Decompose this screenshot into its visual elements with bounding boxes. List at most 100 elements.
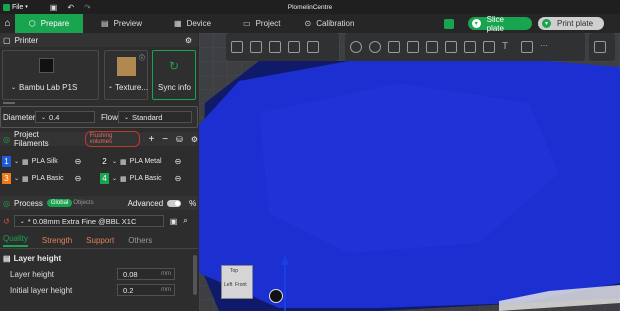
remove-circle-icon[interactable]: ⊖ — [175, 174, 182, 183]
text-icon[interactable]: T — [502, 41, 514, 53]
view-cube-top[interactable]: Top — [230, 268, 238, 274]
initial-layer-value: 0.2 — [123, 285, 134, 295]
tab-strength[interactable]: Strength — [42, 236, 72, 245]
tab-quality[interactable]: Quality — [3, 234, 28, 247]
filament-spool-icon: ▦ — [22, 175, 29, 183]
tab-preview-label: Preview — [113, 19, 143, 28]
save-preset-icon[interactable]: ▣ — [170, 217, 178, 226]
advanced-switch[interactable] — [167, 199, 182, 207]
redo-icon[interactable]: ↷ — [84, 3, 91, 12]
printer-section-label: Printer — [14, 35, 39, 45]
chevron-down-icon: ⌄ — [14, 176, 20, 182]
slice-plate-button[interactable]: ▾ Slice plate — [468, 14, 532, 33]
remove-circle-icon[interactable]: ⊖ — [175, 157, 182, 166]
printer-thumbnail-icon — [39, 58, 54, 73]
filament-name: PLA Basic — [31, 175, 64, 182]
remove-filament-icon[interactable]: − — [162, 134, 168, 145]
flow-select[interactable]: ⌄ Standard — [118, 111, 192, 123]
sidebar-scrollbar[interactable] — [193, 255, 197, 295]
measure-icon[interactable] — [521, 41, 533, 53]
sync-filament-icon[interactable]: ⛁ — [176, 135, 183, 144]
arrange-icon[interactable] — [288, 41, 300, 53]
more-icon[interactable]: ⋯ — [540, 41, 552, 53]
support-paint-icon[interactable] — [464, 41, 476, 53]
chevron-down-icon: ⌄ — [11, 85, 17, 91]
printer-section-header: ▢ Printer ⚙ — [0, 33, 198, 47]
sidebar: ▢ Printer ⚙ ⌄ Bambu Lab P1S ⓘ ⌄ Texture.… — [0, 33, 198, 311]
printer-scroll-bar[interactable] — [3, 102, 15, 104]
lay-on-face-icon[interactable] — [407, 41, 419, 53]
diameter-select[interactable]: ⌄ 0.4 — [35, 111, 95, 123]
process-icon: ◎ — [3, 198, 10, 208]
tab-project[interactable]: ▭ Project — [231, 14, 292, 33]
layer-height-input[interactable]: 0.08 mm — [117, 268, 175, 280]
add-object-icon[interactable] — [231, 41, 243, 53]
slice-plate-label: Slice plate — [486, 14, 504, 33]
scale-icon[interactable] — [388, 41, 400, 53]
filament-number: 3 — [2, 173, 11, 184]
diameter-label: Diameter — [3, 113, 36, 122]
search-icon[interactable]: ⌕ — [183, 216, 187, 226]
filament-icon: ◎ — [3, 134, 10, 144]
filament-item[interactable]: 1 ⌄ ▦ PLA Silk ⊖ — [2, 155, 96, 168]
objects-toggle[interactable]: Objects — [73, 200, 93, 206]
scene — [199, 33, 620, 311]
process-preset-select[interactable]: ⌄ * 0.08mm Extra Fine @BBL X1C — [13, 215, 164, 227]
view-cube-left[interactable]: Left — [224, 282, 232, 288]
percent-icon[interactable]: % — [189, 199, 196, 208]
undo-icon[interactable]: ↶ — [67, 3, 74, 12]
move-icon[interactable] — [350, 41, 362, 53]
add-filament-icon[interactable]: + — [148, 134, 154, 145]
rotate-icon[interactable] — [369, 41, 381, 53]
gear-icon[interactable]: ⚙ — [185, 36, 192, 45]
tab-others[interactable]: Others — [128, 236, 152, 245]
home-icon[interactable]: ⌂ — [0, 14, 15, 33]
mesh-boolean-icon[interactable] — [445, 41, 457, 53]
tab-calibration[interactable]: ⊙ Calibration — [293, 14, 367, 33]
tab-calibration-label: Calibration — [316, 19, 355, 28]
filament-item[interactable]: 2 ⌄ ▦ PLA Metal ⊖ — [100, 155, 194, 168]
3d-viewport[interactable]: T ⋯ Top Left Front — [199, 33, 620, 311]
grid-icon[interactable] — [250, 41, 262, 53]
plate-settings-icon[interactable] — [444, 18, 454, 29]
split-icon[interactable] — [307, 41, 319, 53]
plate-type-card[interactable]: ⓘ ⌄ Texture... — [104, 50, 148, 100]
printer-card[interactable]: ⌄ Bambu Lab P1S — [2, 50, 99, 100]
orient-icon[interactable] — [269, 41, 281, 53]
tab-preview[interactable]: ▤ Preview — [89, 14, 154, 33]
seam-paint-icon[interactable] — [483, 41, 495, 53]
preview-icon: ▤ — [101, 19, 109, 28]
view-cube[interactable]: Top Left Front — [221, 265, 253, 299]
sync-info-button[interactable]: ↻ Sync info — [152, 50, 196, 100]
tab-device[interactable]: ▦ Device — [162, 14, 223, 33]
tab-support[interactable]: Support — [86, 236, 114, 245]
file-menu[interactable]: File ▾ — [3, 3, 28, 11]
sync-info-label: Sync info — [158, 83, 191, 92]
cut-icon[interactable] — [426, 41, 438, 53]
view-cube-front[interactable]: Front — [235, 282, 247, 288]
file-menu-label: File — [12, 3, 24, 11]
remove-circle-icon[interactable]: ⊖ — [75, 174, 82, 183]
remove-circle-icon[interactable]: ⊖ — [75, 157, 82, 166]
filament-item[interactable]: 3 ⌄ ▦ PLA Basic ⊖ — [2, 172, 96, 185]
initial-layer-input[interactable]: 0.2 mm — [117, 284, 175, 296]
save-icon[interactable]: ▣ — [50, 3, 58, 12]
filament-settings-icon[interactable]: ⚙ — [191, 135, 198, 144]
filament-item[interactable]: 4 ⌄ ▦ PLA Basic ⊖ — [100, 172, 194, 185]
chevron-down-icon: ⌄ — [14, 159, 20, 165]
preset-reset-icon[interactable]: ↺ — [3, 217, 10, 226]
global-toggle[interactable]: Global — [46, 199, 73, 207]
calibration-icon: ⊙ — [304, 19, 312, 28]
print-plate-button[interactable]: ▾ Print plate — [538, 17, 604, 30]
chevron-down-icon: ⌄ — [112, 176, 118, 182]
info-icon[interactable]: ⓘ — [139, 53, 145, 62]
tab-prepare[interactable]: ⬡ Prepare — [15, 14, 83, 33]
flushing-volumes-button[interactable]: Flushing volumes — [84, 131, 141, 147]
chevron-down-icon: ⌄ — [19, 218, 25, 225]
main-tab-bar: ⌂ ⬡ Prepare ▤ Preview ▦ Device ▭ Project… — [0, 14, 620, 33]
tab-device-label: Device — [186, 19, 212, 28]
camera-reset-icon[interactable] — [269, 289, 283, 303]
view-settings-icon[interactable] — [594, 41, 606, 53]
preset-row: ↺ ⌄ * 0.08mm Extra Fine @BBL X1C ▣ ⌕ — [0, 214, 198, 228]
chevron-down-icon: ⌄ — [112, 159, 118, 165]
